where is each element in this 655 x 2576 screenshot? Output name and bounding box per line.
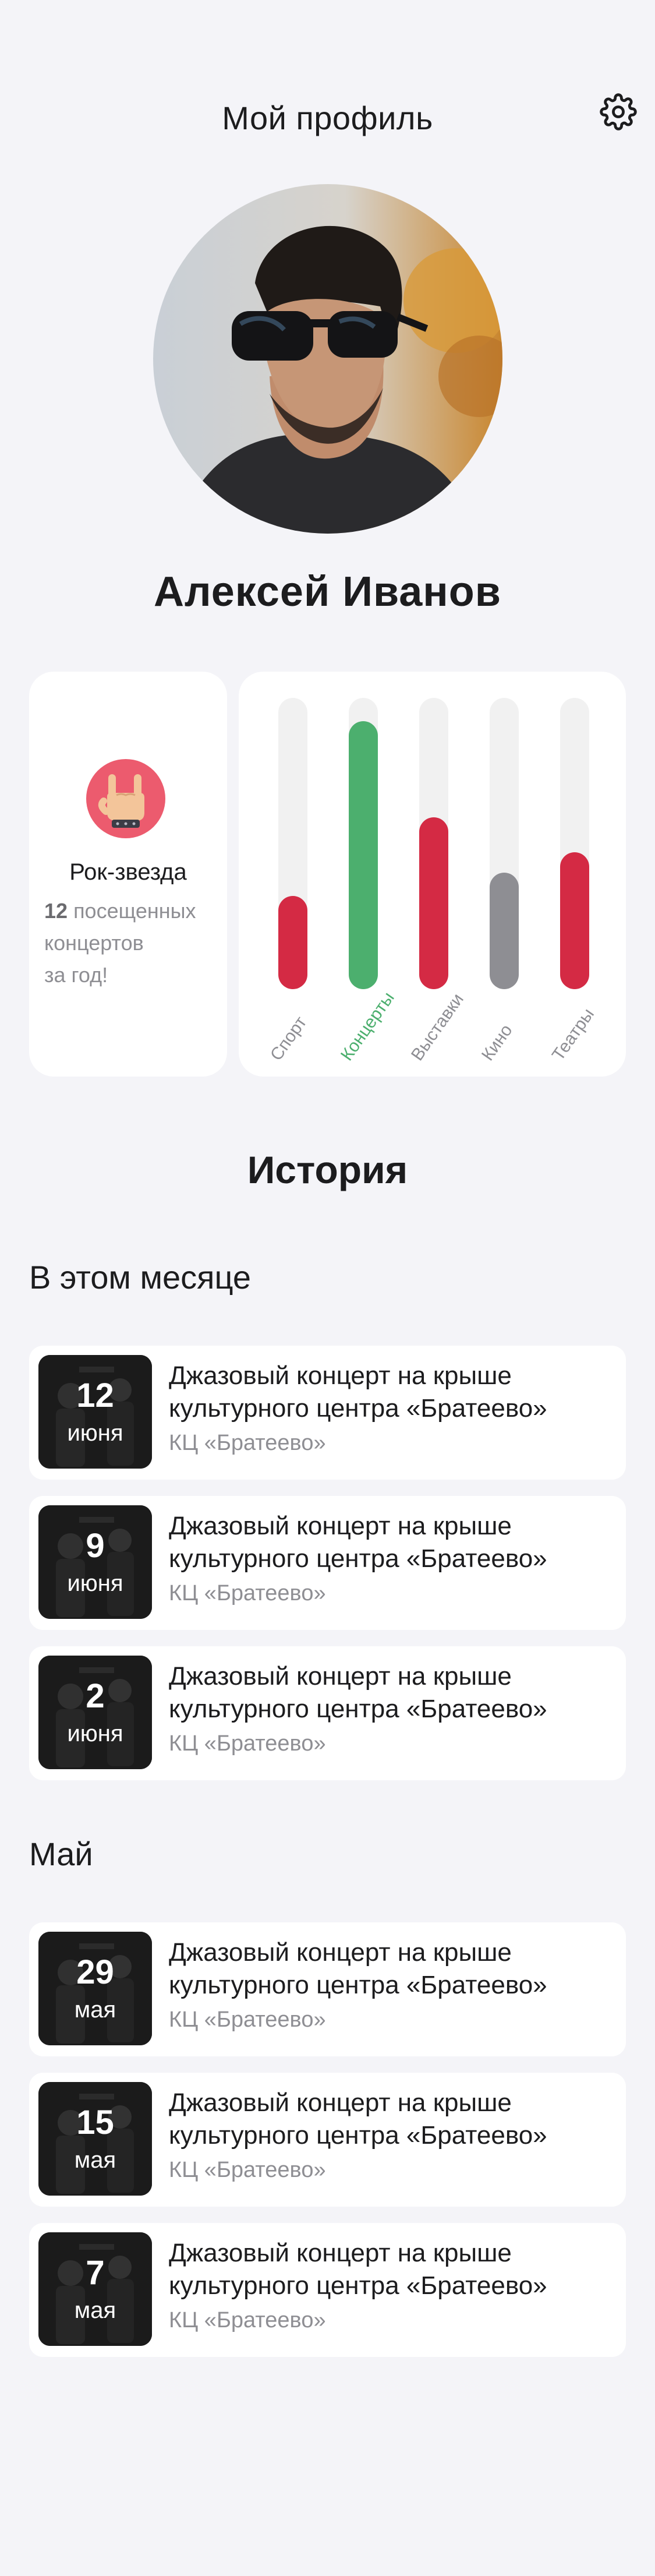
badge-count: 12 (44, 899, 68, 923)
bar-label: Кино (478, 1021, 516, 1064)
event-thumbnail: 29 мая (38, 1932, 152, 2045)
event-title: Джазовый концерт на крыше культурного це… (169, 1361, 547, 1423)
section-title: Май (29, 1836, 93, 1872)
bar-4[interactable] (490, 873, 519, 989)
event-title: Джазовый концерт на крыше культурного це… (169, 1938, 547, 1999)
event-venue: КЦ «Братеево» (169, 2158, 326, 2182)
badge-description: 12 посещенных концертов за год! (44, 895, 219, 991)
activity-chart-card: Спорт Концерты Выставки Кино Театры (239, 672, 626, 1077)
event-month: мая (74, 1997, 116, 2023)
profile-name: Алексей Иванов (153, 569, 502, 615)
avatar-photo (153, 184, 502, 534)
event-venue: КЦ «Братеево» (169, 1431, 326, 1455)
bar-3[interactable] (419, 817, 448, 989)
event-title: Джазовый концерт на крыше культурного це… (169, 2088, 547, 2150)
event-thumbnail: 9 июня (38, 1505, 152, 1619)
rock-hand-icon (86, 759, 165, 838)
event-month: июня (67, 1571, 123, 1596)
event-month: мая (74, 2147, 116, 2173)
badge-title: Рок-звезда (69, 859, 187, 885)
event-day: 7 (86, 2254, 105, 2292)
event-title: Джазовый концерт на крыше культурного це… (169, 2239, 547, 2300)
event-thumbnail: 12 июня (38, 1355, 152, 1469)
bar-label: Театры (548, 1004, 599, 1064)
event-month: июня (67, 1721, 123, 1746)
bar-2[interactable] (349, 721, 378, 989)
event-card[interactable]: 15 мая Джазовый концерт на крыше культурно… (29, 2073, 626, 2207)
event-day: 2 (86, 1677, 105, 1715)
event-title: Джазовый концерт на крыше культурного це… (169, 1662, 547, 1723)
avatar[interactable] (153, 184, 502, 534)
event-card[interactable]: 7 мая Джазовый концерт на крыше культурног… (29, 2223, 626, 2357)
event-month: июня (67, 1420, 123, 1446)
badge-text-line2: концертов (44, 931, 144, 955)
event-venue: КЦ «Братеево» (169, 1731, 326, 1756)
section-title: В этом месяце (29, 1259, 252, 1296)
event-card[interactable]: 9 июня Джазовый концерт на крыше культурно… (29, 1496, 626, 1630)
event-card[interactable]: 29 мая Джазовый концерт на крыше культурно… (29, 1922, 626, 2056)
event-day: 9 (86, 1527, 105, 1565)
history-title: История (247, 1148, 408, 1191)
event-venue: КЦ «Братеево» (169, 2308, 326, 2332)
event-card[interactable]: 2 июня Джазовый концерт на крыше культурно… (29, 1646, 626, 1780)
badge-card[interactable]: Рок-звезда 12 посещенных концертов за го… (29, 672, 227, 1077)
bar-5[interactable] (560, 852, 589, 989)
event-thumbnail: 7 мая (38, 2232, 152, 2346)
bar-1[interactable] (278, 896, 307, 989)
bar-label: Спорт (267, 1012, 311, 1064)
app-header: Мой профиль (0, 82, 655, 157)
gear-icon[interactable] (600, 93, 637, 130)
event-day: 15 (76, 2104, 114, 2141)
event-thumbnail: 15 мая (38, 2082, 152, 2196)
bar-label: Концерты (337, 988, 398, 1064)
bar-label: Выставки (408, 990, 468, 1064)
event-card[interactable]: 12 июня Джазовый концерт на крыше культурн… (29, 1346, 626, 1480)
event-venue: КЦ «Братеево» (169, 1581, 326, 1605)
event-title: Джазовый концерт на крыше культурного це… (169, 1512, 547, 1573)
event-day: 29 (76, 1953, 114, 1991)
badge-text-line1: посещенных (73, 899, 196, 923)
page-title: Мой профиль (222, 100, 433, 136)
event-thumbnail: 2 июня (38, 1656, 152, 1769)
badge-text-line3: за год! (44, 963, 108, 987)
event-venue: КЦ «Братеево» (169, 2007, 326, 2032)
event-month: мая (74, 2298, 116, 2323)
event-day: 12 (76, 1377, 114, 1414)
